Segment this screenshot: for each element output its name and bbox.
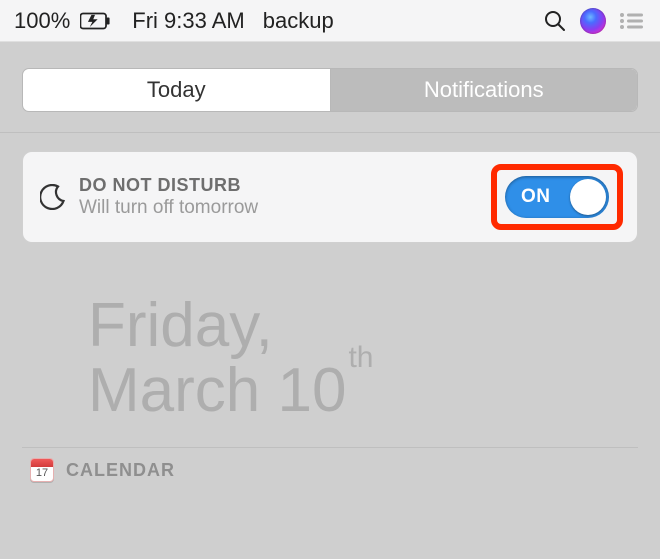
- tab-today[interactable]: Today: [23, 69, 330, 111]
- notification-center-icon[interactable]: [616, 6, 646, 36]
- notification-center-tabs: Today Notifications: [0, 42, 660, 132]
- date-line2: March 10th: [88, 358, 638, 423]
- dnd-toggle[interactable]: ON: [505, 176, 609, 218]
- menubar-clock[interactable]: Fri 9:33 AM: [132, 8, 244, 34]
- siri-icon[interactable]: [578, 6, 608, 36]
- do-not-disturb-row: DO NOT DISTURB Will turn off tomorrow ON: [22, 151, 638, 243]
- dnd-toggle-label: ON: [521, 186, 551, 208]
- moon-icon: [33, 184, 73, 210]
- highlight-box: ON: [491, 164, 623, 230]
- spotlight-search-icon[interactable]: [540, 6, 570, 36]
- menubar: 100% Fri 9:33 AM backup: [0, 0, 660, 42]
- dnd-subtitle: Will turn off tomorrow: [79, 197, 258, 219]
- date-line2-main: March 10: [88, 356, 346, 425]
- menubar-backup-item[interactable]: backup: [263, 8, 334, 34]
- toggle-knob: [570, 179, 606, 215]
- dnd-title: DO NOT DISTURB: [79, 175, 258, 196]
- battery-percent: 100%: [14, 8, 70, 34]
- tab-notifications[interactable]: Notifications: [330, 69, 638, 111]
- calendar-icon: 17: [30, 458, 54, 482]
- battery-charging-icon: [80, 6, 110, 36]
- today-date: Friday, March 10th: [0, 243, 660, 433]
- widget-divider: [22, 447, 638, 448]
- divider: [0, 132, 660, 133]
- date-ordinal-suffix: th: [348, 341, 373, 374]
- calendar-widget-header[interactable]: 17 CALENDAR: [30, 458, 638, 482]
- calendar-icon-day: 17: [31, 465, 53, 481]
- calendar-widget-label: CALENDAR: [66, 460, 175, 481]
